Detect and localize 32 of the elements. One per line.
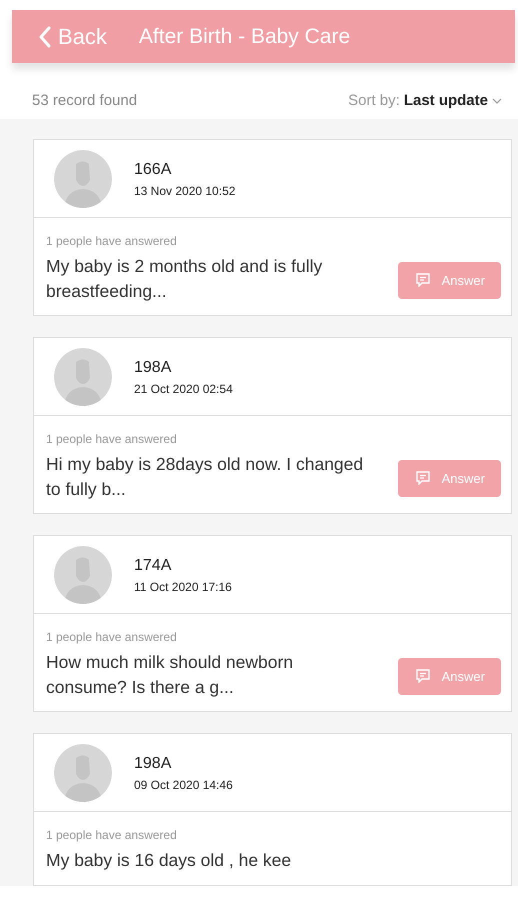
question-card[interactable]: 198A 09 Oct 2020 14:46 1 people have answered My baby is 16 days old , he kee bbox=[33, 733, 512, 886]
author-id: 166A bbox=[134, 160, 172, 180]
record-count: 53 record found bbox=[32, 90, 138, 111]
answer-count: 1 people have answered bbox=[46, 233, 178, 250]
question-text: How much milk should newborn consume? Is there a g... bbox=[46, 651, 294, 699]
author-id: 198A bbox=[134, 358, 172, 378]
page-title: After Birth - Baby Care bbox=[138, 24, 350, 50]
post-date: 09 Oct 2020 14:46 bbox=[134, 776, 233, 794]
comment-icon bbox=[416, 471, 430, 486]
avatar-icon bbox=[54, 546, 112, 604]
chevron-down-icon bbox=[492, 98, 502, 104]
answer-count: 1 people have answered bbox=[46, 629, 178, 646]
avatar-icon bbox=[54, 150, 112, 208]
author-id: 198A bbox=[134, 754, 172, 774]
post-date: 21 Oct 2020 02:54 bbox=[134, 380, 233, 398]
sort-dropdown[interactable]: Sort by: Last update bbox=[348, 90, 502, 112]
post-date: 11 Oct 2020 17:16 bbox=[134, 578, 232, 596]
question-text: My baby is 2 months old and is fully breastfeeding... bbox=[46, 255, 324, 303]
answer-count: 1 people have answered bbox=[46, 431, 178, 448]
question-card[interactable]: 174A 11 Oct 2020 17:16 1 people have answered How much milk should newborn consume? Is there a g... Answer bbox=[33, 535, 512, 712]
comment-icon bbox=[416, 273, 430, 288]
avatar-icon bbox=[54, 348, 112, 406]
comment-icon bbox=[416, 669, 430, 684]
author-id: 174A bbox=[134, 556, 172, 576]
answer-count: 1 people have answered bbox=[46, 827, 178, 844]
back-chevron-icon bbox=[38, 26, 52, 48]
avatar-icon bbox=[54, 744, 112, 802]
question-text: My baby is 16 days old , he kee bbox=[46, 849, 292, 872]
question-text: Hi my baby is 28days old now. I changed to fully b... bbox=[46, 453, 364, 501]
question-card[interactable]: 198A 21 Oct 2020 02:54 1 people have answered Hi my baby is 28days old now. I changed to fully b... Answer bbox=[33, 337, 512, 514]
post-date: 13 Nov 2020 10:52 bbox=[134, 182, 236, 200]
question-card[interactable]: 166A 13 Nov 2020 10:52 1 people have answered My baby is 2 months old and is fully breastfeeding... Answer bbox=[33, 139, 512, 316]
